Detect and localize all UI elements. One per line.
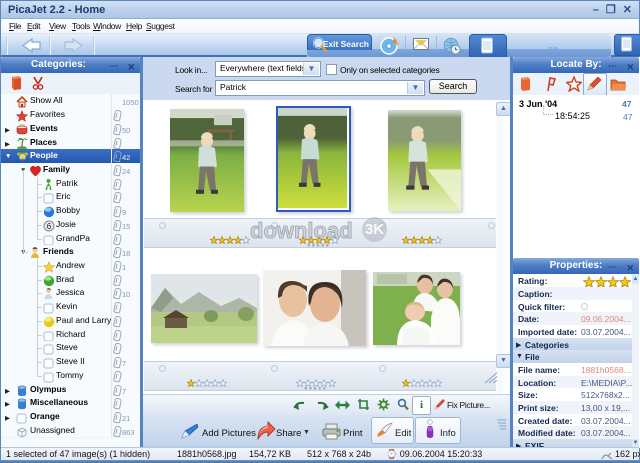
svg-text:6: 6: [47, 222, 52, 231]
